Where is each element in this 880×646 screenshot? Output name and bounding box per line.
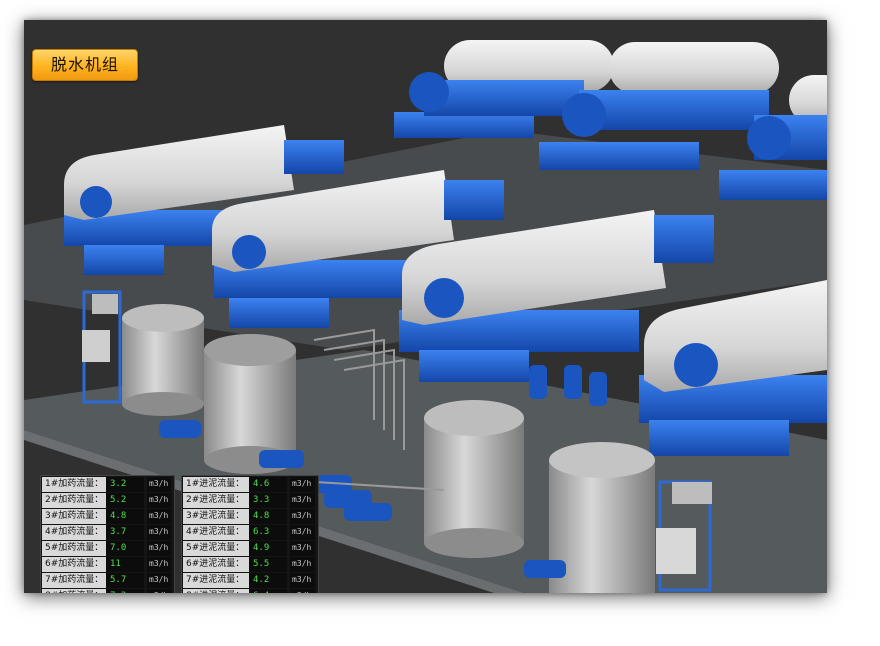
flow-label: 7#加药流量： — [42, 572, 106, 588]
flow-value: 4.6 — [249, 477, 287, 492]
sludge-flow-row: 6#进泥流量： 5.5 m3/h — [183, 556, 317, 572]
tank-3 — [424, 400, 524, 558]
dosing-flow-panel: 1#加药流量： 3.2 m3/h 2#加药流量： 5.2 m3/h 3#加药流量： 4.8 m3… — [40, 475, 175, 593]
dosing-flow-row: 7#加药流量： 5.7 m3/h — [42, 572, 173, 588]
flow-unit: m3/h — [147, 524, 171, 540]
dosing-flow-row: 4#加药流量： 3.7 m3/h — [42, 524, 173, 540]
flow-unit: m3/h — [147, 540, 171, 556]
flow-label: 8#加药流量： — [42, 588, 106, 593]
sludge-flow-row: 3#进泥流量： 4.8 m3/h — [183, 508, 317, 524]
sludge-flow-panel: 1#进泥流量： 4.6 m3/h 2#进泥流量： 3.3 m3/h 3#进泥流量： 4.8 m3… — [181, 475, 319, 593]
flow-value: 4.8 — [106, 508, 144, 524]
dosing-flow-row: 2#加药流量： 5.2 m3/h — [42, 492, 173, 508]
flow-unit: m3/h — [147, 572, 171, 588]
flow-label: 6#进泥流量： — [183, 556, 249, 572]
flow-label: 3#进泥流量： — [183, 508, 249, 524]
flow-unit: m3/h — [147, 588, 171, 593]
flow-value: 7.0 — [106, 540, 144, 556]
dosing-flow-row: 1#加药流量： 3.2 m3/h — [42, 477, 173, 492]
flow-unit: m3/h — [290, 540, 315, 556]
flow-unit: m3/h — [147, 508, 171, 524]
sludge-flow-row: 1#进泥流量： 4.6 m3/h — [183, 477, 317, 492]
flow-label: 5#加药流量： — [42, 540, 106, 556]
flow-label: 7#进泥流量： — [183, 572, 249, 588]
flow-unit: m3/h — [147, 477, 171, 492]
flow-unit: m3/h — [290, 556, 315, 572]
tank-1 — [122, 304, 204, 416]
flow-unit: m3/h — [147, 492, 171, 508]
dosing-flow-row: 8#加药流量：7.3m3/h — [42, 588, 173, 593]
flow-unit: m3/h — [147, 556, 171, 572]
centrifuge-front-4 — [639, 280, 827, 456]
flow-label: 1#加药流量： — [42, 477, 106, 492]
flow-value: 5.2 — [106, 492, 144, 508]
flow-label: 4#进泥流量： — [183, 524, 249, 540]
sludge-flow-row: 4#进泥流量： 6.3 m3/h — [183, 524, 317, 540]
sludge-flow-row: 5#进泥流量： 4.9 m3/h — [183, 540, 317, 556]
sludge-flow-row: 7#进泥流量： 4.2 m3/h — [183, 572, 317, 588]
flow-value: 3.7 — [106, 524, 144, 540]
flow-unit: m3/h — [290, 588, 315, 593]
flow-label: 5#进泥流量： — [183, 540, 249, 556]
flow-value: 4.9 — [249, 540, 287, 556]
flow-unit: m3/h — [290, 508, 315, 524]
flow-value: 4.8 — [249, 508, 287, 524]
flow-value: 4.2 — [249, 572, 287, 588]
flow-label: 4#加药流量： — [42, 524, 106, 540]
flow-label: 2#进泥流量： — [183, 492, 249, 508]
flow-value: 6.4 — [249, 588, 287, 593]
flow-value: 11 — [106, 556, 144, 572]
dosing-flow-row: 5#加药流量： 7.0 m3/h — [42, 540, 173, 556]
flow-value: 5.5 — [249, 556, 287, 572]
dosing-flow-row: 6#加药流量： 11 m3/h — [42, 556, 173, 572]
flow-unit: m3/h — [290, 492, 315, 508]
flow-unit: m3/h — [290, 524, 315, 540]
dosing-flow-row: 3#加药流量： 4.8 m3/h — [42, 508, 173, 524]
sludge-flow-row: 2#进泥流量： 3.3 m3/h — [183, 492, 317, 508]
flow-label: 2#加药流量： — [42, 492, 106, 508]
scada-viewport: 脱水机组 1#加药流量： 3.2 m3/h 2#加药流量： 5.2 m3/h 3#加药流量：… — [24, 20, 827, 593]
flow-label: 3#加药流量： — [42, 508, 106, 524]
flow-value: 7.3 — [106, 588, 144, 593]
flow-label: 1#进泥流量： — [183, 477, 249, 492]
flow-value: 3.2 — [106, 477, 144, 492]
flow-value: 5.7 — [106, 572, 144, 588]
flow-value: 3.3 — [249, 492, 287, 508]
flow-value: 6.3 — [249, 524, 287, 540]
flow-label: 6#加药流量： — [42, 556, 106, 572]
flow-unit: m3/h — [290, 572, 315, 588]
flow-unit: m3/h — [290, 477, 315, 492]
dewatering-unit-title-button[interactable]: 脱水机组 — [32, 49, 138, 81]
flow-label: 8#进泥流量： — [183, 588, 249, 593]
sludge-flow-row: 8#进泥流量：6.4m3/h — [183, 588, 317, 593]
